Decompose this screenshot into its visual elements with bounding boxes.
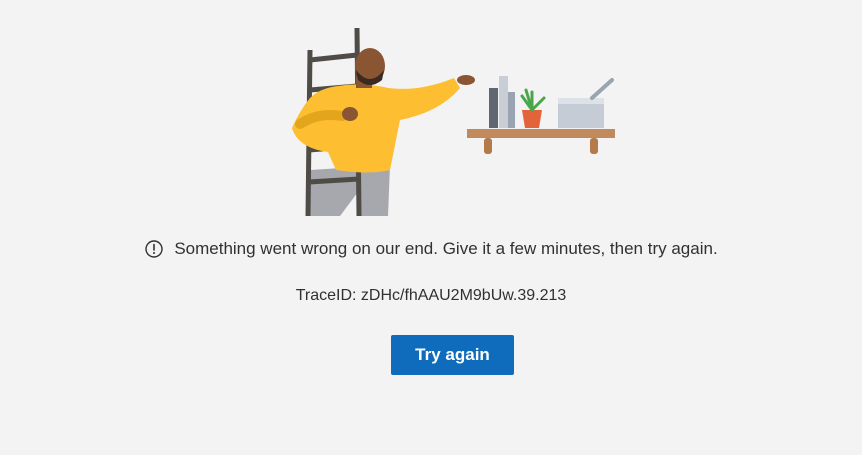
error-message-row: Something went wrong on our end. Give it… xyxy=(0,239,862,259)
error-message: Something went wrong on our end. Give it… xyxy=(174,239,718,258)
error-illustration xyxy=(292,27,615,216)
info-icon xyxy=(144,239,164,259)
trace-id: TraceID: zDHc/fhAAU2M9bUw.39.213 xyxy=(295,287,567,304)
error-page: Something went wrong on our end. Give it… xyxy=(0,0,862,455)
try-again-button[interactable]: Try again xyxy=(391,335,514,375)
